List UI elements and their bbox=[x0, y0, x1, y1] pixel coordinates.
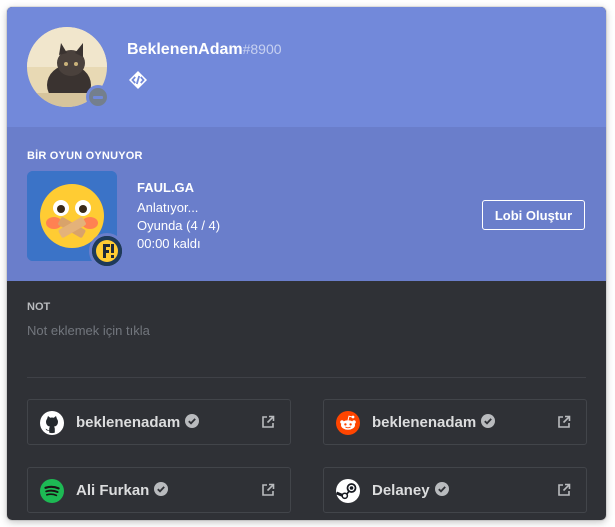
account-name: beklenenadam bbox=[76, 414, 200, 431]
connected-account-steam[interactable]: Delaney bbox=[323, 467, 587, 513]
external-link-icon[interactable] bbox=[260, 414, 276, 430]
connected-account-spotify[interactable]: Ali Furkan bbox=[27, 467, 291, 513]
account-name: Ali Furkan bbox=[76, 482, 169, 499]
user-profile-modal: BeklenenAdam#8900 BİR OYUN OYNUYOR FAUL.… bbox=[7, 7, 606, 520]
profile-header: BeklenenAdam#8900 bbox=[7, 7, 606, 127]
verified-check-icon bbox=[185, 414, 200, 428]
activity-header: BİR OYUN OYNUYOR bbox=[27, 150, 143, 162]
connected-account-reddit[interactable]: beklenenadam bbox=[323, 399, 587, 445]
hypesquad-brilliance-icon[interactable] bbox=[128, 70, 148, 90]
game-small-image bbox=[89, 233, 125, 269]
account-name: beklenenadam bbox=[372, 414, 496, 431]
spotify-icon bbox=[40, 479, 64, 503]
reddit-icon bbox=[336, 411, 360, 435]
external-link-icon[interactable] bbox=[260, 482, 276, 498]
verified-check-icon bbox=[434, 482, 449, 496]
external-link-icon[interactable] bbox=[556, 414, 572, 430]
game-details: Anlatıyor... bbox=[137, 200, 199, 215]
activity-section: BİR OYUN OYNUYOR FAUL.GA Anlatıyor... Oy… bbox=[7, 127, 606, 281]
game-name: FAUL.GA bbox=[137, 180, 195, 195]
account-name: Delaney bbox=[372, 482, 449, 499]
username-text: BeklenenAdam bbox=[127, 41, 243, 58]
external-link-icon[interactable] bbox=[556, 482, 572, 498]
discriminator: #8900 bbox=[242, 41, 282, 57]
create-lobby-button[interactable]: Lobi Oluştur bbox=[482, 200, 585, 230]
note-input[interactable]: Not eklemek için tıkla bbox=[27, 323, 586, 341]
account-name-text: Delaney bbox=[372, 482, 430, 499]
connected-account-github[interactable]: beklenenadam bbox=[27, 399, 291, 445]
account-name-text: beklenenadam bbox=[372, 414, 477, 431]
divider bbox=[27, 377, 586, 378]
note-label: NOT bbox=[27, 301, 51, 313]
account-name-text: beklenenadam bbox=[76, 414, 181, 431]
steam-icon bbox=[336, 479, 360, 503]
account-name-text: Ali Furkan bbox=[76, 482, 150, 499]
game-state: Oyunda (4 / 4) bbox=[137, 218, 221, 233]
username[interactable]: BeklenenAdam#8900 bbox=[127, 41, 282, 59]
game-time-remaining: 00:00 kaldı bbox=[137, 236, 201, 251]
faulga-logo-icon bbox=[92, 236, 122, 266]
status-dnd-indicator bbox=[86, 85, 110, 109]
github-icon bbox=[40, 411, 64, 435]
verified-check-icon bbox=[481, 414, 496, 428]
verified-check-icon bbox=[154, 482, 169, 496]
